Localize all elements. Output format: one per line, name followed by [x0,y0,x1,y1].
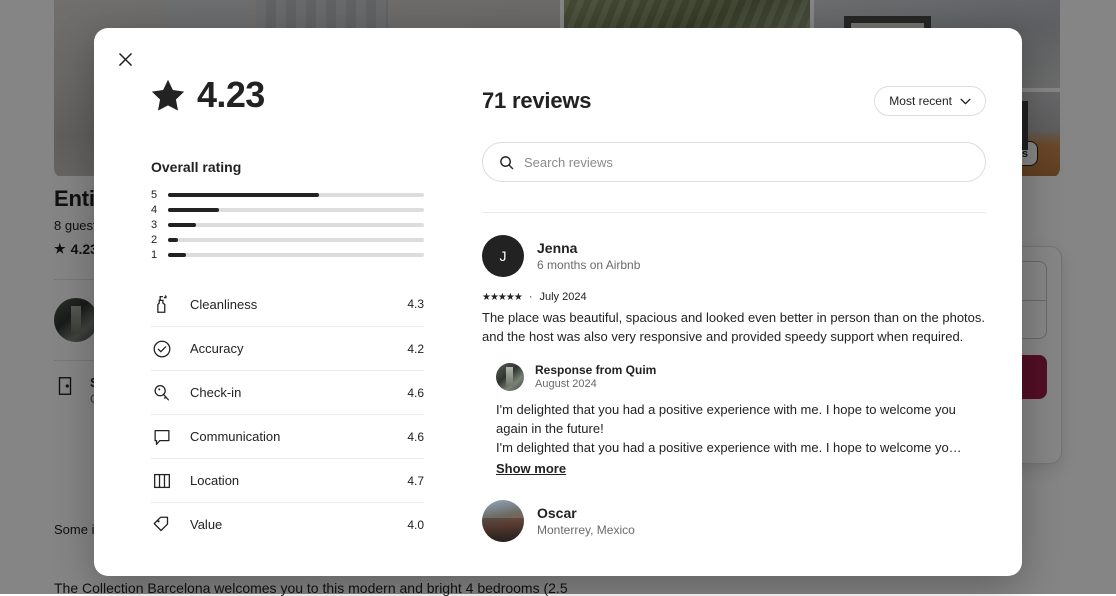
host-response-line-2: I'm delighted that you had a positive ex… [496,439,986,458]
chevron-down-icon [960,98,971,105]
avatar[interactable]: J [482,235,524,277]
distribution-fill [168,223,196,227]
distribution-star-label: 1 [151,249,158,261]
distribution-fill [168,253,186,257]
category-label: Check-in [190,385,390,400]
category-row-communication: Communication 4.6 [151,414,424,458]
distribution-track [168,223,424,227]
distribution-track [168,253,424,257]
category-label: Accuracy [190,341,390,356]
host-response-line-1: I'm delighted that you had a positive ex… [496,401,986,439]
sort-dropdown[interactable]: Most recent [874,86,986,116]
search-icon [499,155,514,170]
category-ratings: Cleanliness 4.3 Accuracy 4.2 Check-in [151,282,424,546]
reviewer-header: J Jenna 6 months on Airbnb [482,235,986,277]
host-response-date: August 2024 [535,378,656,390]
category-label: Cleanliness [190,297,390,312]
distribution-star-label: 5 [151,189,158,201]
check-circle-icon [151,338,173,360]
reviews-modal: 4.23 Overall rating 5 4 3 [94,28,1022,576]
review-text: The place was beautiful, spacious and lo… [482,309,986,347]
show-more-button[interactable]: Show more [496,461,566,476]
category-score: 4.3 [407,297,424,311]
close-glyph [119,53,132,66]
close-icon[interactable] [110,44,140,74]
distribution-track [168,238,424,242]
cleaning-spray-icon [151,293,173,315]
reviewer-meta: 6 months on Airbnb [537,258,640,272]
star-rating: ★★★★★ [482,292,522,303]
rating-distribution: 5 4 3 2 [151,187,424,262]
distribution-fill [168,193,319,197]
reviewer-meta: Monterrey, Mexico [537,523,635,537]
host-response: Response from Quim August 2024 I'm delig… [482,363,986,479]
category-row-value: Value 4.0 [151,502,424,546]
reviewer-name: Oscar [537,505,635,521]
distribution-star-label: 4 [151,204,158,216]
overall-score-value: 4.23 [197,74,265,116]
category-score: 4.7 [407,474,424,488]
overall-rating-label: Overall rating [151,159,424,175]
key-icon [151,382,173,404]
category-score: 4.6 [407,430,424,444]
distribution-track [168,208,424,212]
distribution-row: 3 [151,217,424,232]
search-reviews-field[interactable] [482,142,986,182]
bullet-separator: · [529,291,533,303]
category-row-accuracy: Accuracy 4.2 [151,326,424,370]
category-row-location: Location 4.7 [151,458,424,502]
category-row-checkin: Check-in 4.6 [151,370,424,414]
category-label: Value [190,517,390,532]
host-avatar[interactable] [496,363,524,391]
host-response-name: Response from Quim [535,363,656,377]
distribution-fill [168,238,178,242]
review-date: July 2024 [540,291,587,303]
star-icon [151,78,185,112]
distribution-row: 2 [151,232,424,247]
reviewer-name: Jenna [537,240,640,256]
distribution-track [168,193,424,197]
chat-bubble-icon [151,426,173,448]
category-label: Location [190,473,390,488]
reviews-count-title: 71 reviews [482,88,591,114]
reviewer-header: Oscar Monterrey, Mexico [482,500,986,542]
category-row-cleanliness: Cleanliness 4.3 [151,282,424,326]
map-icon [151,470,173,492]
distribution-row: 1 [151,247,424,262]
review-rating-row: ★★★★★ · July 2024 [482,291,986,303]
reviews-header: 71 reviews Most recent [482,86,986,116]
reviews-list-panel: 71 reviews Most recent J [458,28,1022,576]
category-score: 4.0 [407,518,424,532]
category-score: 4.6 [407,386,424,400]
search-input[interactable] [524,155,969,170]
host-response-header: Response from Quim August 2024 [496,363,986,391]
review-item: Oscar Monterrey, Mexico [482,478,986,542]
price-tag-icon [151,514,173,536]
distribution-star-label: 2 [151,234,158,246]
distribution-row: 4 [151,202,424,217]
rating-summary-panel: 4.23 Overall rating 5 4 3 [94,28,458,576]
category-label: Communication [190,429,390,444]
overall-score: 4.23 [151,74,424,116]
avatar[interactable] [482,500,524,542]
distribution-row: 5 [151,187,424,202]
distribution-star-label: 3 [151,219,158,231]
category-score: 4.2 [407,342,424,356]
review-item: J Jenna 6 months on Airbnb ★★★★★ · July … [482,213,986,478]
sort-label: Most recent [889,94,952,108]
distribution-fill [168,208,219,212]
